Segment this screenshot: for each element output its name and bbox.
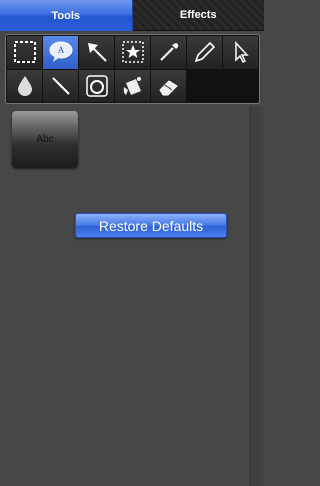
- eyedropper-tool[interactable]: [151, 36, 186, 69]
- speech-bubble-icon: A: [49, 41, 72, 63]
- paint-bucket-tool[interactable]: [115, 69, 150, 102]
- scrollbar[interactable]: [249, 106, 264, 486]
- tab-bar: Tools Effects: [0, 0, 264, 31]
- pencil-tool[interactable]: [187, 36, 222, 69]
- blur-drop-icon: [17, 75, 32, 96]
- eraser-tool[interactable]: [151, 69, 186, 102]
- magnifier-icon: [85, 75, 108, 97]
- arrow-tool[interactable]: [79, 36, 114, 69]
- paint-bucket-icon: [123, 76, 141, 95]
- blur-drop-tool[interactable]: [7, 69, 42, 102]
- restore-defaults-button[interactable]: Restore Defaults: [75, 213, 227, 238]
- arrow-icon: [87, 43, 107, 62]
- eyedropper-icon: [159, 43, 178, 61]
- pencil-icon: [194, 42, 215, 63]
- eraser-icon: [158, 80, 178, 96]
- svg-text:A: A: [57, 45, 64, 55]
- speech-bubble-tool[interactable]: A: [43, 36, 78, 69]
- star-stamp-icon: [121, 41, 144, 63]
- tab-effects[interactable]: Effects: [132, 0, 264, 31]
- line-icon: [51, 77, 70, 95]
- star-stamp-tool[interactable]: [115, 36, 150, 69]
- line-tool[interactable]: [43, 69, 78, 102]
- tool-palette: A: [5, 34, 260, 104]
- pointer-icon: [234, 41, 249, 64]
- rectangle-select-icon: [13, 41, 36, 64]
- magnifier-tool[interactable]: [79, 69, 114, 102]
- pointer-tool[interactable]: [223, 36, 258, 69]
- tab-tools[interactable]: Tools: [0, 0, 133, 31]
- rectangle-select-tool[interactable]: [7, 36, 42, 69]
- style-swatch-label: Abc: [36, 134, 54, 145]
- text-style-swatch[interactable]: Abc: [12, 111, 78, 168]
